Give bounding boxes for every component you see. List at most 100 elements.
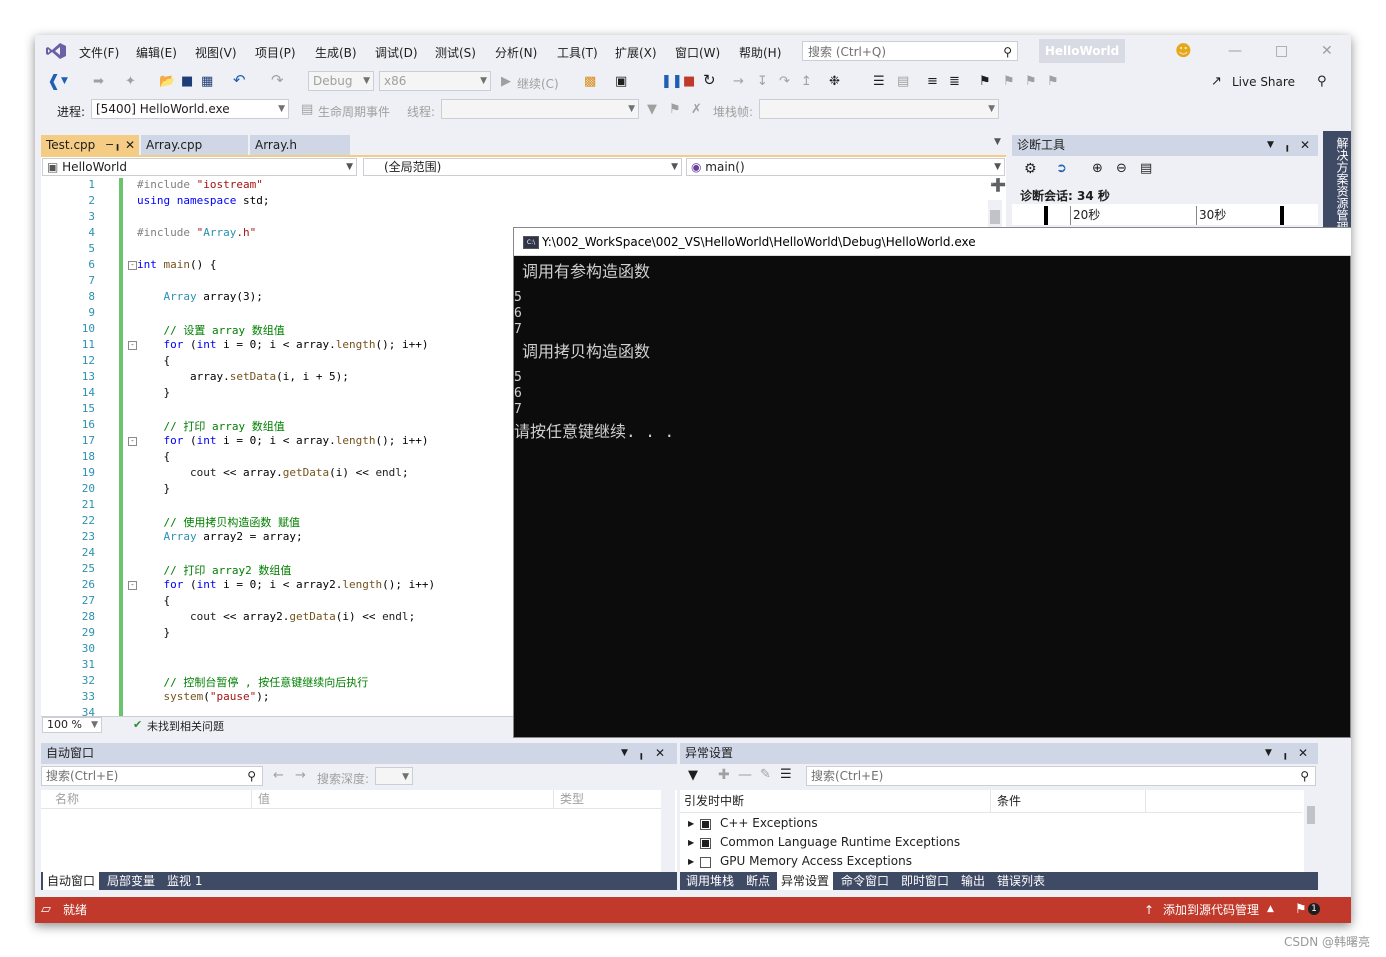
code-line[interactable]: Array array(3); bbox=[137, 290, 263, 303]
tab-exception-settings[interactable]: 异常设置 bbox=[777, 872, 834, 890]
fold-toggle-icon[interactable]: - bbox=[128, 581, 137, 590]
user-icon[interactable]: ⚲ bbox=[1317, 74, 1327, 89]
expand-icon[interactable]: ▶ bbox=[688, 814, 694, 833]
close-icon[interactable]: ✕ bbox=[1321, 43, 1333, 59]
dropdown-icon[interactable]: ▼ bbox=[621, 743, 628, 764]
list-item[interactable]: ▶ Common Language Runtime Exceptions bbox=[680, 833, 1300, 852]
pin-icon[interactable]: ╻ bbox=[1284, 135, 1291, 156]
live-share-button[interactable]: Live Share bbox=[1232, 75, 1295, 89]
code-line[interactable]: } bbox=[137, 482, 170, 495]
lifecycle-events-button[interactable]: 生命周期事件 bbox=[318, 103, 390, 120]
issues-status[interactable]: 未找到相关问题 bbox=[147, 718, 224, 734]
column-value[interactable]: 值 bbox=[251, 790, 270, 808]
open-file-icon[interactable]: 📂 bbox=[159, 74, 175, 89]
column-condition[interactable]: 条件 bbox=[990, 790, 1021, 812]
tab-immediate-window[interactable]: 即时窗口 bbox=[897, 872, 953, 890]
list-item[interactable]: ▶ GPU Memory Access Exceptions bbox=[680, 852, 1300, 871]
menu-build[interactable]: 生成(B) bbox=[315, 44, 357, 61]
live-share-icon[interactable]: ↗ bbox=[1211, 74, 1222, 89]
step-into-icon[interactable]: ↧ bbox=[757, 74, 768, 89]
menu-file[interactable]: 文件(F) bbox=[79, 44, 119, 61]
close-icon[interactable]: ✕ bbox=[1300, 135, 1310, 156]
comment-icon[interactable]: ▤ bbox=[897, 74, 909, 89]
threads-icon[interactable]: ☰ bbox=[873, 74, 885, 89]
search-back-icon[interactable]: ← bbox=[273, 768, 284, 783]
code-line[interactable]: } bbox=[137, 386, 170, 399]
filter-icon[interactable]: ▼ bbox=[688, 768, 698, 783]
chart-icon[interactable]: ▤ bbox=[1140, 161, 1152, 176]
code-line[interactable]: } bbox=[137, 626, 170, 639]
search-depth-select[interactable]: ▼ bbox=[375, 767, 413, 785]
column-type[interactable]: 类型 bbox=[553, 790, 584, 808]
fold-toggle-icon[interactable]: - bbox=[128, 437, 137, 446]
menu-project[interactable]: 项目(P) bbox=[255, 44, 296, 61]
back-icon[interactable]: ❰ bbox=[47, 71, 60, 90]
tab-array-h[interactable]: Array.h bbox=[250, 135, 350, 155]
zoom-in-icon[interactable]: ⊕ bbox=[1092, 161, 1103, 176]
menu-window[interactable]: 窗口(W) bbox=[675, 44, 720, 61]
continue-button[interactable]: 继续(C) bbox=[517, 75, 559, 92]
tab-command-window[interactable]: 命令窗口 bbox=[837, 872, 893, 890]
bookmark-prev-icon[interactable]: ⚑ bbox=[1003, 74, 1015, 89]
dropdown-icon[interactable]: ▼ bbox=[1265, 743, 1272, 764]
menu-extensions[interactable]: 扩展(X) bbox=[615, 44, 657, 61]
code-line[interactable]: cout << array2.getData(i) << endl; bbox=[137, 610, 415, 623]
configuration-select[interactable]: Debug ▼ bbox=[308, 71, 374, 91]
filter-icon[interactable]: ▼ bbox=[647, 102, 657, 117]
checkbox[interactable] bbox=[700, 819, 711, 830]
code-line[interactable]: cout << array.getData(i) << endl; bbox=[137, 466, 409, 479]
console-window[interactable]: C:\ Y:\002_WorkSpace\002_VS\HelloWorld\H… bbox=[513, 227, 1351, 738]
checkbox[interactable] bbox=[700, 857, 711, 868]
code-line[interactable]: system("pause"); bbox=[137, 690, 270, 703]
member-select[interactable]: ◉ main() ▼ bbox=[686, 158, 1005, 176]
menu-test[interactable]: 测试(S) bbox=[435, 44, 476, 61]
hex-display-icon[interactable]: ❉ bbox=[829, 74, 840, 89]
menu-analyze[interactable]: 分析(N) bbox=[495, 44, 537, 61]
show-next-statement-icon[interactable]: → bbox=[733, 74, 744, 89]
output-icon[interactable]: ▱ bbox=[41, 897, 51, 923]
column-break-when-thrown[interactable]: 引发时中断 bbox=[684, 790, 744, 812]
break-all-icon[interactable]: ❚❚ bbox=[661, 74, 683, 89]
code-line[interactable]: // 设置 array 数组值 bbox=[137, 322, 285, 338]
code-line[interactable]: #include "iostream" bbox=[137, 178, 263, 191]
feedback-icon[interactable]: ☻ bbox=[1175, 41, 1192, 60]
menu-help[interactable]: 帮助(H) bbox=[739, 44, 781, 61]
code-line[interactable]: { bbox=[137, 594, 170, 607]
code-line[interactable]: int main() { bbox=[137, 258, 217, 271]
restart-icon[interactable]: ↻ bbox=[703, 71, 716, 89]
bookmark-next-icon[interactable]: ⚑ bbox=[1025, 74, 1037, 89]
tab-error-list[interactable]: 错误列表 bbox=[993, 872, 1049, 890]
redo-icon[interactable]: ↷ bbox=[271, 71, 284, 89]
scope-select[interactable]: (全局范围) ▼ bbox=[363, 158, 682, 176]
platform-select[interactable]: x86 ▼ bbox=[379, 71, 491, 91]
split-icon[interactable]: ➕ bbox=[990, 178, 1006, 193]
bookmark-clear-icon[interactable]: ⚑ bbox=[1047, 74, 1059, 89]
code-line[interactable]: // 使用拷贝构造函数 赋值 bbox=[137, 514, 301, 530]
notifications-bell-icon[interactable]: ⚑ bbox=[1295, 897, 1307, 923]
code-line[interactable]: // 打印 array2 数组值 bbox=[137, 562, 292, 578]
toggle-flag-icon[interactable]: ✗ bbox=[691, 102, 702, 117]
edit-condition-icon[interactable]: ✎ bbox=[760, 767, 771, 782]
settings-gear-icon[interactable]: ⚙ bbox=[1024, 161, 1037, 177]
process-select[interactable]: [5400] HelloWorld.exe ▼ bbox=[91, 99, 289, 119]
continue-icon[interactable]: ▶ bbox=[501, 74, 511, 89]
export-icon[interactable]: ➲ bbox=[1056, 161, 1067, 176]
quick-launch-search[interactable]: 搜索 (Ctrl+Q) ⚲ bbox=[802, 41, 1018, 61]
tab-call-stack[interactable]: 调用堆栈 bbox=[682, 872, 738, 890]
save-all-icon[interactable]: ▦ bbox=[201, 74, 213, 89]
step-out-icon[interactable]: ↥ bbox=[801, 74, 812, 89]
menu-debug[interactable]: 调试(D) bbox=[375, 44, 418, 61]
dropdown-icon[interactable]: ▼ bbox=[1267, 135, 1274, 156]
bookmark-icon[interactable]: ⚑ bbox=[979, 74, 991, 89]
maximize-icon[interactable]: □ bbox=[1275, 43, 1288, 59]
exceptions-search-input[interactable]: 搜索(Ctrl+E) ⚲ bbox=[806, 766, 1316, 786]
tab-array-cpp[interactable]: Array.cpp bbox=[141, 135, 248, 155]
menu-tools[interactable]: 工具(T) bbox=[557, 44, 598, 61]
tab-autos[interactable]: 自动窗口 bbox=[43, 872, 100, 890]
expand-icon[interactable]: ▶ bbox=[688, 852, 694, 871]
forward-icon[interactable]: ➡ bbox=[93, 74, 104, 89]
scrollbar-thumb[interactable] bbox=[990, 210, 1000, 224]
fold-toggle-icon[interactable]: - bbox=[128, 261, 137, 270]
new-project-icon[interactable]: ✦ bbox=[125, 74, 136, 89]
column-name[interactable]: 名称 bbox=[55, 790, 79, 808]
